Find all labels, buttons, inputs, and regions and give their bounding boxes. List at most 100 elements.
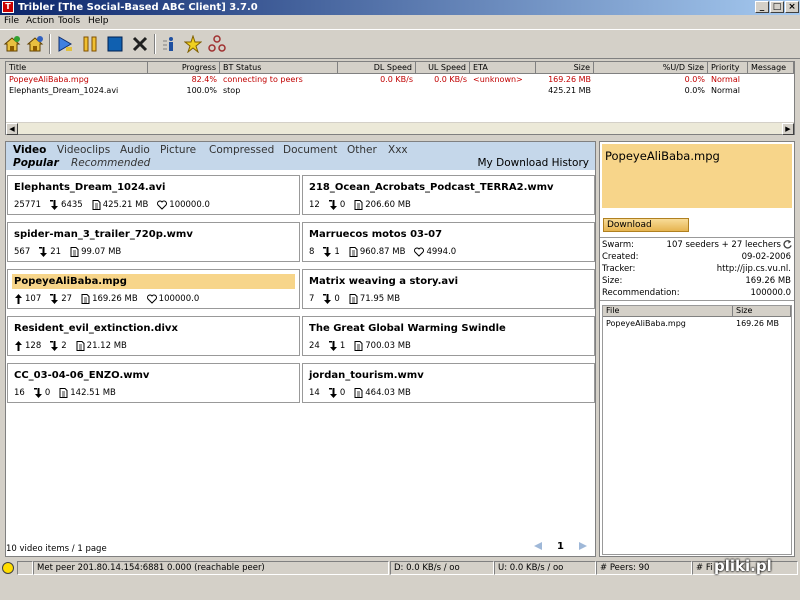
video-item[interactable]: Resident_evil_extinction.divx 128 2 21.12 M… bbox=[7, 316, 300, 356]
video-item-meta: 25771 6435 425.21 MB 100000.0 bbox=[14, 200, 210, 212]
details-thumbnail: PopeyeAliBaba.mpg bbox=[602, 144, 792, 208]
toolbar-separator bbox=[49, 34, 51, 54]
created-label: Created: bbox=[602, 252, 639, 262]
tab-other[interactable]: Other bbox=[347, 144, 377, 156]
friends-icon[interactable] bbox=[206, 33, 228, 55]
refresh-icon[interactable] bbox=[783, 240, 792, 252]
video-item[interactable]: Marruecos motos 03-07 8 1 960.87 MB 4994.0 bbox=[302, 222, 595, 262]
menu-file[interactable]: File bbox=[4, 16, 19, 26]
col-ud-size[interactable]: %U/D Size bbox=[594, 62, 708, 74]
video-item[interactable]: 218_Ocean_Acrobats_Podcast_TERRA2.wmv 12 0… bbox=[302, 175, 595, 215]
video-item-name: Resident_evil_extinction.divx bbox=[14, 323, 178, 334]
tab-videoclips[interactable]: Videoclips bbox=[57, 144, 110, 156]
tab-popular[interactable]: Popular bbox=[13, 157, 59, 169]
video-item-name: 218_Ocean_Acrobats_Podcast_TERRA2.wmv bbox=[309, 182, 554, 193]
video-item-meta: 24 1 700.03 MB bbox=[309, 341, 420, 353]
tab-recommended[interactable]: Recommended bbox=[71, 157, 150, 169]
details-title: PopeyeAliBaba.mpg bbox=[605, 149, 720, 163]
file-col-name[interactable]: File bbox=[603, 306, 733, 317]
menu-tools[interactable]: Tools bbox=[58, 16, 80, 26]
menu-help[interactable]: Help bbox=[88, 16, 109, 26]
size-value: 169.26 MB bbox=[745, 276, 791, 286]
video-item[interactable]: jordan_tourism.wmv 14 0 464.03 MB bbox=[302, 363, 595, 403]
video-item-meta: 12 0 206.60 MB bbox=[309, 200, 420, 212]
tab-picture[interactable]: Picture bbox=[160, 144, 196, 156]
video-item[interactable]: Elephants_Dream_1024.avi 25771 6435 425.21 … bbox=[7, 175, 300, 215]
add-torrent-icon[interactable] bbox=[1, 33, 23, 55]
title-bar: T Tribler [The Social-Based ABC Client] … bbox=[0, 0, 800, 15]
maximize-button[interactable]: □ bbox=[770, 1, 784, 13]
col-dl-speed[interactable]: DL Speed bbox=[338, 62, 416, 74]
download-history-link[interactable]: My Download History bbox=[478, 157, 590, 169]
tab-audio[interactable]: Audio bbox=[120, 144, 150, 156]
minimize-button[interactable]: _ bbox=[755, 1, 769, 13]
video-item-meta: 7 0 71.95 MB bbox=[309, 294, 409, 306]
leechers-count: 1 bbox=[339, 341, 346, 352]
col-priority[interactable]: Priority bbox=[708, 62, 748, 74]
add-from-url-icon[interactable] bbox=[24, 33, 46, 55]
window-title: Tribler [The Social-Based ABC Client] 3.… bbox=[18, 2, 258, 13]
tab-document[interactable]: Document bbox=[283, 144, 337, 156]
col-bt-status[interactable]: BT Status bbox=[220, 62, 338, 74]
video-item[interactable]: PopeyeAliBaba.mpg 107 27 169.26 MB 100000.0 bbox=[7, 269, 300, 309]
seeders-count: 24 bbox=[309, 341, 320, 352]
video-item[interactable]: spider-man_3_trailer_720p.wmv 567 21 99.07 … bbox=[7, 222, 300, 262]
video-item-name: Matrix weaving a story.avi bbox=[309, 276, 459, 287]
file-size: 700.03 MB bbox=[365, 341, 411, 352]
pause-icon[interactable] bbox=[79, 33, 101, 55]
leechers-icon bbox=[33, 388, 45, 400]
leechers-icon bbox=[328, 388, 340, 400]
menu-action[interactable]: Action bbox=[26, 16, 54, 26]
file-size: 169.26 MB bbox=[92, 294, 138, 305]
recommendation-icon bbox=[146, 294, 159, 306]
close-button[interactable]: × bbox=[785, 1, 799, 13]
torrent-ud-size: 0.0% bbox=[684, 86, 705, 95]
video-item[interactable]: The Great Global Warming Swindle 24 1 700.0… bbox=[302, 316, 595, 356]
file-size-icon bbox=[354, 341, 365, 353]
file-size-icon bbox=[349, 294, 360, 306]
tab-xxx[interactable]: Xxx bbox=[388, 144, 408, 156]
col-progress[interactable]: Progress bbox=[148, 62, 220, 74]
col-title[interactable]: Title bbox=[6, 62, 148, 74]
stop-icon[interactable] bbox=[104, 33, 126, 55]
file-size-icon bbox=[70, 247, 81, 259]
col-size[interactable]: Size bbox=[536, 62, 594, 74]
download-button[interactable]: Download bbox=[603, 218, 689, 232]
video-item[interactable]: CC_03-04-06_ENZO.wmv 16 0 142.51 MB bbox=[7, 363, 300, 403]
recommendation-icon bbox=[414, 247, 426, 259]
remove-icon[interactable] bbox=[129, 33, 151, 55]
resume-icon[interactable] bbox=[54, 33, 76, 55]
scroll-left-icon[interactable]: ◀ bbox=[6, 123, 18, 135]
tab-video[interactable]: Video bbox=[13, 144, 46, 156]
video-item-name: Elephants_Dream_1024.avi bbox=[14, 182, 166, 193]
next-page-icon[interactable] bbox=[578, 541, 588, 554]
video-item[interactable]: Matrix weaving a story.avi 7 0 71.95 MB bbox=[302, 269, 595, 309]
torrent-size: 425.21 MB bbox=[548, 86, 591, 95]
tracker-label: Tracker: bbox=[602, 264, 636, 274]
torrent-title: PopeyeAliBaba.mpg bbox=[9, 75, 89, 84]
video-item-name: Marruecos motos 03-07 bbox=[309, 229, 443, 240]
col-ul-speed[interactable]: UL Speed bbox=[416, 62, 470, 74]
seeders-count: 14 bbox=[309, 388, 320, 399]
file-size: 99.07 MB bbox=[81, 247, 122, 258]
col-eta[interactable]: ETA bbox=[470, 62, 536, 74]
col-message[interactable]: Message bbox=[748, 62, 794, 74]
torrent-status: connecting to peers bbox=[223, 75, 303, 84]
tab-compressed[interactable]: Compressed bbox=[209, 144, 274, 156]
favorite-icon[interactable] bbox=[182, 33, 204, 55]
file-size-icon bbox=[59, 388, 70, 400]
created-value: 09-02-2006 bbox=[741, 252, 791, 262]
torrent-progress: 100.0% bbox=[186, 86, 217, 95]
recommendation-label: Recommendation: bbox=[602, 288, 680, 298]
toolbar-separator bbox=[154, 34, 156, 54]
status-upload: U: 0.0 KB/s / oo bbox=[494, 561, 596, 575]
file-size-icon bbox=[354, 388, 365, 400]
current-page[interactable]: 1 bbox=[557, 541, 564, 552]
torrent-list-header: Title Progress BT Status DL Speed UL Spe… bbox=[6, 62, 794, 74]
scroll-right-icon[interactable]: ▶ bbox=[782, 123, 794, 135]
info-icon[interactable] bbox=[159, 33, 181, 55]
horizontal-scrollbar[interactable]: ◀ ▶ bbox=[6, 122, 794, 135]
file-col-size[interactable]: Size bbox=[733, 306, 791, 317]
leechers-count: 21 bbox=[50, 247, 62, 258]
prev-page-icon[interactable] bbox=[533, 541, 543, 554]
